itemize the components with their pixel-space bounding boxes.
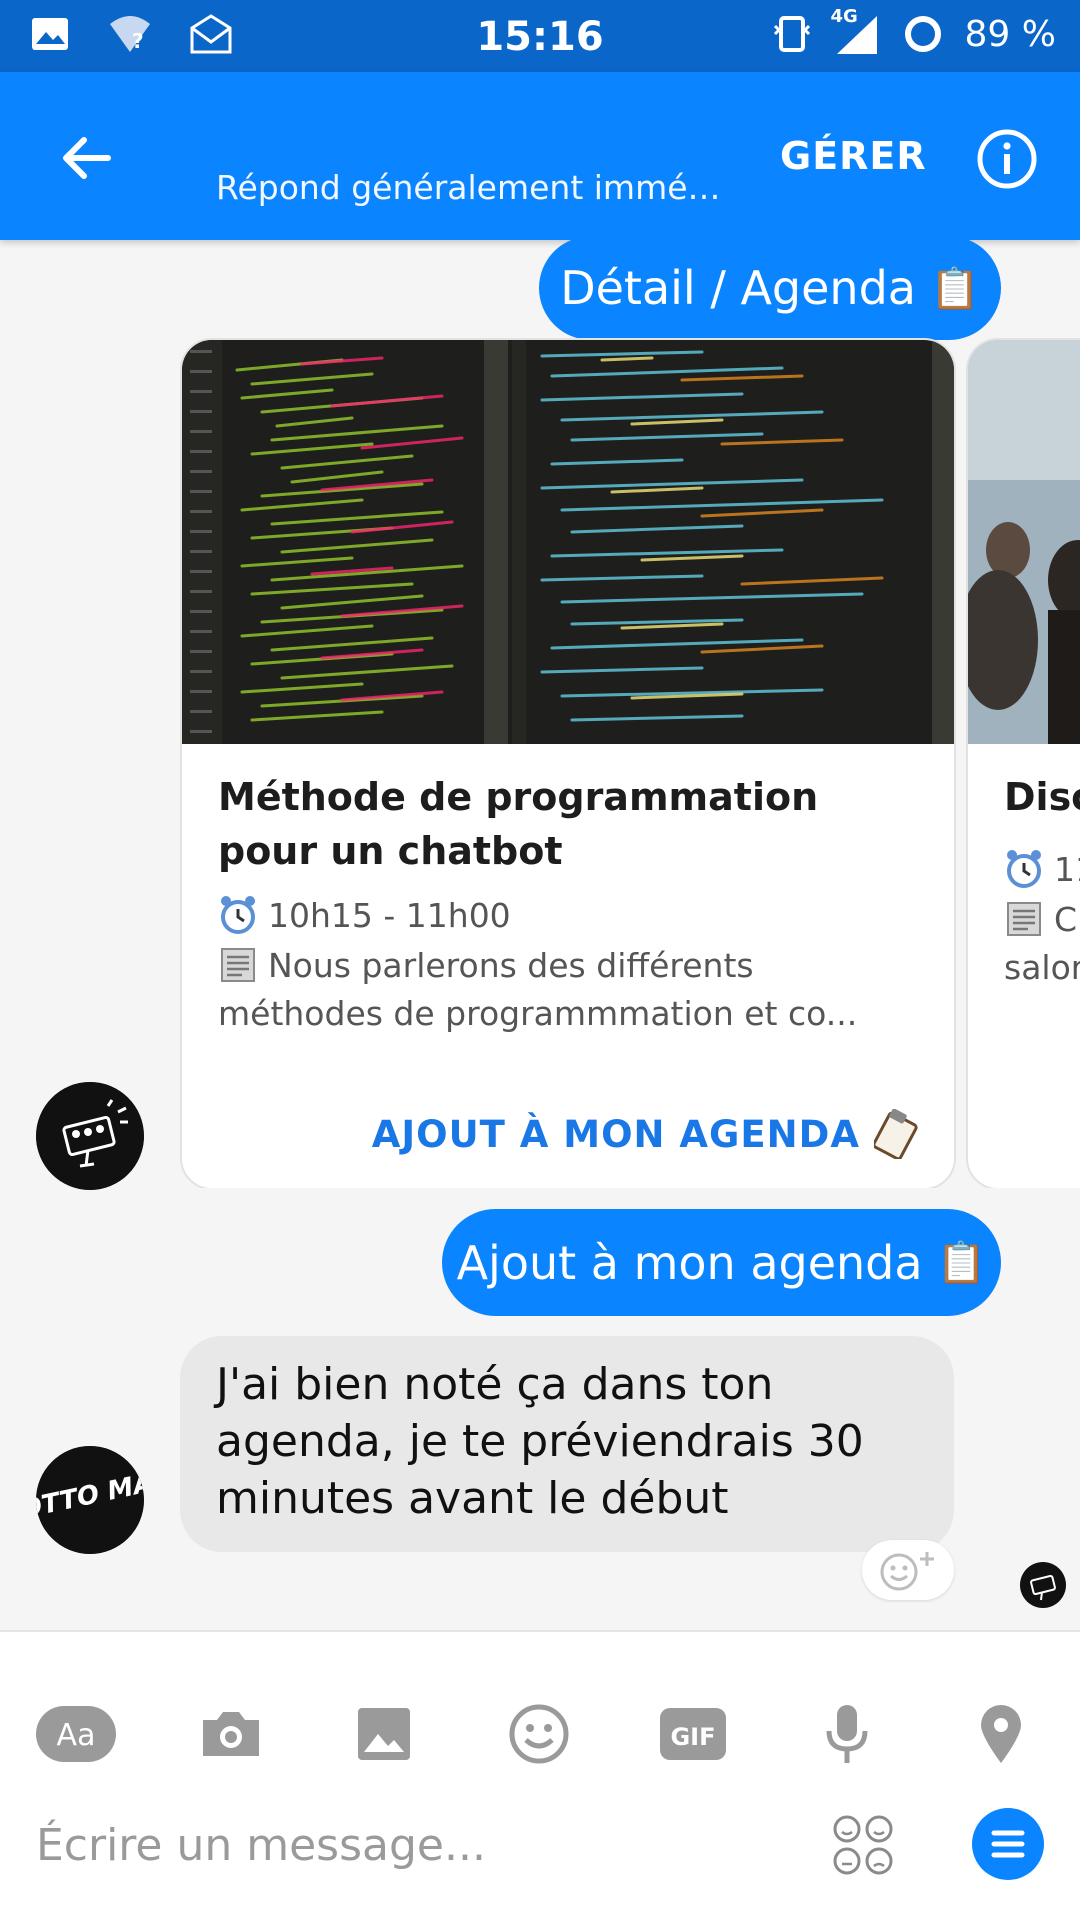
newspaper-icon [1007,902,1041,936]
incoming-message-line2: agenda, je te préviendrais 30 [216,1416,864,1467]
incoming-message-line3: minutes avant le début [216,1473,729,1524]
back-arrow-icon[interactable] [56,128,116,188]
event-card-next: Disc 11 C salon [966,338,1080,1188]
event-card: Méthode de programmation pour un chatbot… [180,338,956,1188]
alarm-clock-icon [1007,850,1041,888]
add-reaction-button[interactable] [862,1540,954,1600]
bot-avatar-logo[interactable]: BOTTO MATI [36,1446,144,1554]
message-text: Ajout à mon agenda [456,1235,923,1290]
battery-level: 89 % [964,13,1056,55]
composer-toolbar: Aa GIF [0,1678,1080,1788]
gif-label: GIF [670,1723,715,1751]
outgoing-message-detail-agenda[interactable]: Détail / Agenda 📋 [539,236,1001,340]
add-to-agenda-button[interactable]: AJOUT À MON AGENDA [182,1080,954,1188]
event-description-next-line1: C [1054,900,1078,939]
add-to-agenda-label: AJOUT À MON AGENDA [371,1112,860,1156]
status-bar: ? 15:16 4G 89 % [0,0,1080,72]
gif-icon[interactable]: GIF [653,1702,733,1766]
clipboard-emoji: 📋 [929,265,980,312]
menu-button[interactable] [972,1808,1044,1880]
event-description-next: C salon [1004,896,1080,992]
emoji-icon[interactable] [499,1702,579,1766]
signal-icon: 4G [831,6,881,56]
incoming-message[interactable]: J'ai bien noté ça dans ton agenda, je te… [180,1336,954,1552]
network-type: 4G [830,6,858,27]
bot-avatar[interactable] [36,1082,144,1190]
info-icon[interactable] [976,128,1038,190]
event-description-line2: méthodes de programmmation et co... [218,994,858,1033]
message-composer: Aa GIF Écrire un message... [0,1630,1080,1922]
clipboard-emoji: 📋 [936,1240,987,1286]
event-time-row: 10h15 - 11h00 [218,892,511,940]
newspaper-icon [221,948,255,982]
alarm-clock-icon [221,896,255,934]
sticker-emoji-icon[interactable] [832,1814,894,1876]
microphone-icon[interactable] [807,1702,887,1766]
event-time-next: 11 [1054,850,1080,889]
hamburger-icon [991,1830,1025,1858]
conversation-subtitle: Répond généralement immé… [216,168,721,207]
gallery-icon[interactable] [344,1702,424,1766]
seen-indicator-avatar [1020,1562,1066,1608]
audience-photo-image [968,340,1080,744]
smiley-plus-icon [880,1552,934,1591]
event-time: 10h15 - 11h00 [268,896,511,935]
text-format-icon[interactable]: Aa [36,1702,116,1766]
app-bar: Répond généralement immé… GÉRER [0,72,1080,240]
event-description: Nous parlerons des différents méthodes d… [218,942,857,1038]
vibrate-icon [773,16,810,52]
event-carousel[interactable]: Méthode de programmation pour un chatbot… [180,338,1080,1188]
event-title: Méthode de programmation pour un chatbot [218,775,819,873]
event-title-next: Disc [1004,775,1080,819]
code-screenshot-image [182,340,954,744]
text-format-label: Aa [57,1718,96,1753]
camera-icon[interactable] [191,1702,271,1766]
event-description-line1: Nous parlerons des différents [268,946,754,985]
event-description-next-line2: salon [1004,948,1080,987]
message-text: Détail / Agenda [560,261,916,315]
incoming-message-line1: J'ai bien noté ça dans ton [216,1359,774,1410]
event-time-row-next: 11 [1004,846,1080,894]
status-icons-right: 4G 89 % [773,6,1056,56]
battery-ring-icon [904,16,941,52]
clipboard-icon [874,1109,918,1159]
location-icon[interactable] [961,1702,1041,1766]
outgoing-message-add-agenda[interactable]: Ajout à mon agenda 📋 [442,1209,1001,1316]
message-input[interactable]: Écrire un message... [36,1820,486,1871]
manage-button[interactable]: GÉRER [780,134,927,178]
